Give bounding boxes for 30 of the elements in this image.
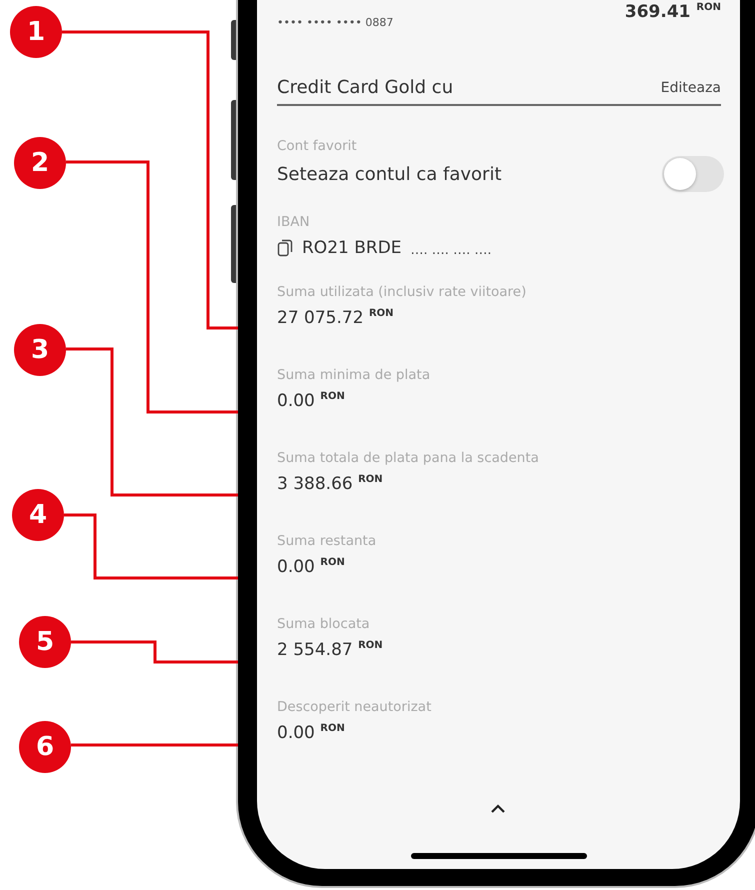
callout-number: 2: [14, 137, 66, 189]
callout-number: 4: [12, 489, 64, 541]
field-label: Suma totala de plata pana la scadenta: [277, 450, 540, 466]
iban-masked-digits: …. …. …. ….: [410, 242, 492, 258]
callout-number: 3: [14, 324, 66, 376]
field-label: Suma blocata: [277, 616, 371, 632]
favorite-setting-text: Seteaza contul ca favorit: [277, 164, 502, 184]
amount-value: 0.00 $^{RON}$: [277, 723, 346, 743]
field-label: Cont favorit: [277, 138, 358, 154]
callout-number: 6: [19, 721, 71, 773]
field-label: Suma restanta: [277, 533, 378, 549]
amount-value: 3 388.66 $^{RON}$: [277, 474, 384, 494]
card-balance: 369.41 $^{RON}$: [624, 2, 721, 22]
iban-value: RO21 BRDE: [302, 238, 402, 258]
callout-number: 1: [10, 6, 62, 58]
field-label: Descoperit neautorizat: [277, 699, 432, 715]
edit-link[interactable]: Editeaza: [660, 80, 721, 96]
chevron-up-icon[interactable]: [490, 804, 506, 814]
amount-value: 0.00 $^{RON}$: [277, 557, 346, 577]
field-label: IBAN: [277, 214, 311, 230]
amount-value: 0.00 $^{RON}$: [277, 391, 346, 411]
field-label: Suma utilizata (inclusiv rate viitoare): [277, 284, 528, 300]
favorite-toggle[interactable]: [662, 156, 724, 192]
amount-value: 27 075.72 $^{RON}$: [277, 308, 395, 328]
callout-number: 5: [19, 616, 71, 668]
field-label: Suma minima de plata: [277, 367, 432, 383]
account-name-field[interactable]: Credit Card Gold cu Editeaza: [277, 77, 721, 106]
copy-icon[interactable]: [277, 239, 293, 257]
amount-value: 2 554.87 $^{RON}$: [277, 640, 384, 660]
card-number: •••• •••• •••• 0887: [277, 16, 394, 29]
